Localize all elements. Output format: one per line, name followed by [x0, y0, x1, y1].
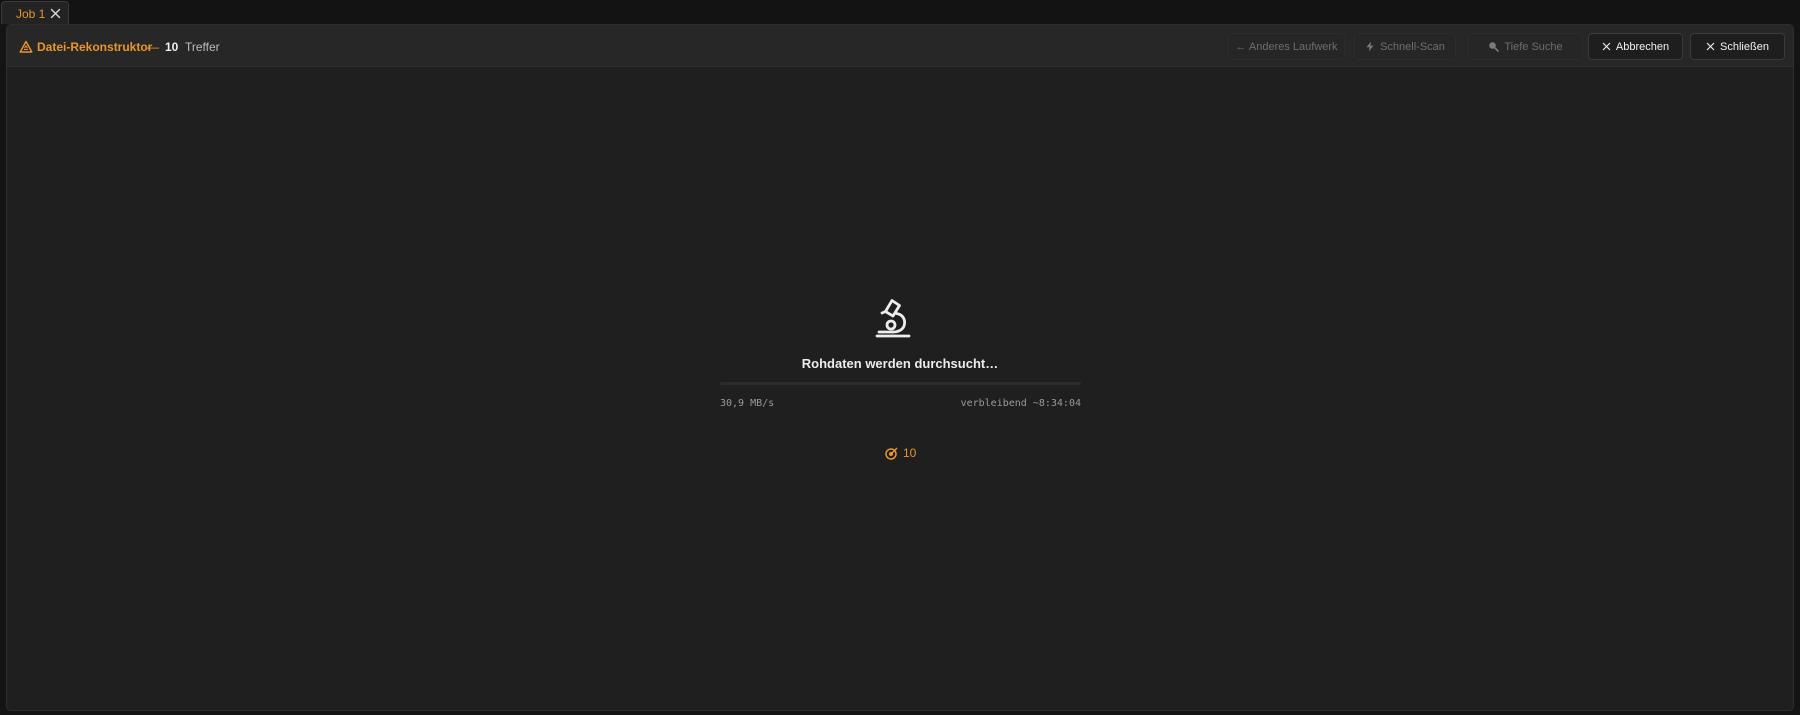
page-title: Datei-Rekonstruktor [37, 40, 153, 54]
scan-status-text: Rohdaten werden durchsucht… [801, 356, 999, 371]
close-icon [1706, 42, 1715, 51]
target-icon [885, 447, 898, 460]
tab-bar: Job 1 [0, 0, 1800, 24]
abort-label: Abbrechen [1615, 40, 1670, 53]
quick-scan-button[interactable]: Schnell-Scan [1354, 33, 1456, 60]
tab-job-1[interactable]: Job 1 [1, 1, 69, 24]
scan-remaining-time: verbleibend ~8:34:04 [960, 398, 1081, 409]
lightning-icon [1366, 41, 1374, 52]
close-icon[interactable] [50, 8, 61, 19]
scan-hits-count: 10 [903, 446, 917, 460]
deep-search-button[interactable]: Tiefe Suche [1468, 33, 1583, 60]
hit-unit-label: Treffer [185, 40, 220, 54]
scan-progress-bar [720, 382, 1081, 385]
deep-search-label: Tiefe Suche [1504, 40, 1563, 53]
quick-scan-label: Schnell-Scan [1380, 40, 1445, 53]
abort-button[interactable]: Abbrechen [1588, 33, 1683, 60]
tab-label: Job 1 [16, 7, 46, 21]
other-drive-label: ← Anderes Laufwerk [1235, 40, 1338, 53]
close-label: Schließen [1720, 40, 1769, 53]
magnifier-icon [1489, 42, 1500, 52]
scan-speed: 30,9 MB/s [720, 398, 775, 409]
close-icon [1602, 42, 1611, 51]
other-drive-button[interactable]: ← Anderes Laufwerk [1228, 33, 1345, 60]
hit-count: 10 [165, 40, 179, 54]
scan-hits: 10 [885, 446, 916, 460]
recycle-warning-icon [19, 40, 33, 53]
panel-header: Datei-Rekonstruktor — 10 Treffer ← Ander… [7, 25, 1793, 67]
title-separator: — [147, 40, 159, 54]
microscope-icon [875, 299, 911, 338]
close-button[interactable]: Schließen [1690, 33, 1785, 60]
